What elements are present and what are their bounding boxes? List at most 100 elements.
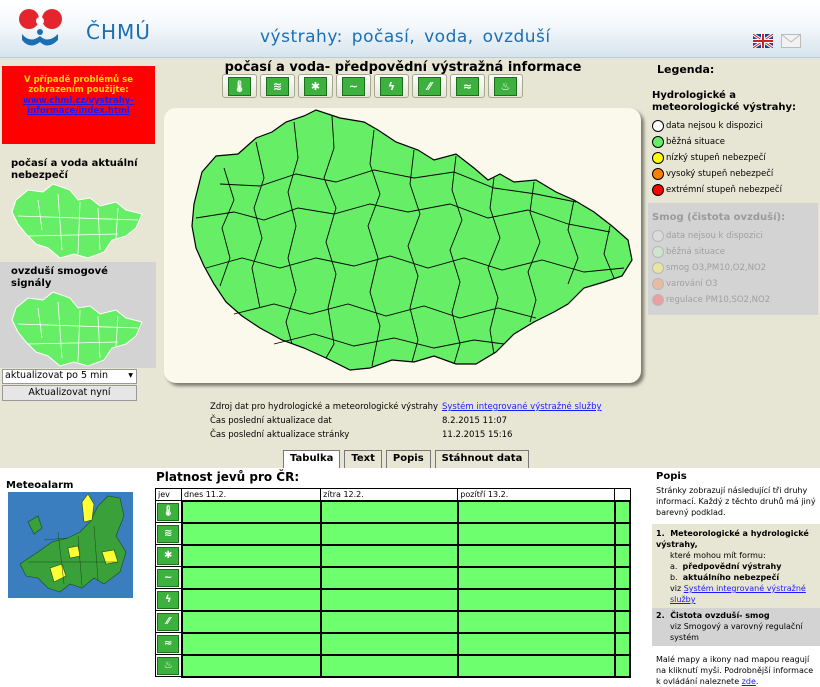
status-cell (613, 587, 632, 612)
tab-popis[interactable]: Popis (385, 450, 431, 468)
col-extra (614, 488, 631, 501)
status-cell[interactable] (319, 521, 459, 546)
status-cell[interactable] (319, 653, 459, 678)
status-cell[interactable] (319, 631, 459, 656)
status-cell[interactable] (456, 543, 616, 568)
legend-label: extrémní stupeň nebezpečí (666, 185, 782, 195)
status-cell[interactable] (180, 543, 322, 568)
status-cell[interactable] (319, 587, 459, 612)
status-cell[interactable] (319, 609, 459, 634)
status-dot-icon (652, 168, 664, 180)
item1-heading: 1. Meteorologické a hydrologické výstrah… (656, 529, 809, 549)
status-cell[interactable] (180, 653, 322, 678)
legend-label: regulace PM10,SO2,NO2 (666, 295, 771, 305)
tab-download[interactable]: Stáhnout data (434, 450, 530, 468)
item1-title: Meteorologické a hydrologické výstrahy, (656, 529, 809, 549)
uk-flag-icon[interactable] (753, 34, 773, 48)
flood-button[interactable]: ≈ (450, 74, 485, 98)
legend-label: varování O3 (666, 279, 718, 289)
smog-mini-map[interactable] (8, 288, 148, 368)
tab-bar: Tabulka Text Popis Stáhnout data (283, 450, 530, 468)
lightning-button[interactable]: ϟ (374, 74, 409, 98)
col-phenomenon: jev (154, 488, 183, 501)
page-title: výstrahy: počasí, voda, ovzduší (260, 27, 551, 47)
status-cell[interactable] (456, 565, 616, 590)
status-cell[interactable] (180, 565, 322, 590)
weather-danger-title: počasí a voda aktuální nebezpečí (11, 158, 138, 181)
legend-item: data nejsou k dispozici (652, 228, 820, 244)
item2-heading: 2. Čistota ovzduší- smog (656, 611, 770, 620)
czech-districts-map[interactable] (164, 108, 641, 383)
mail-icon[interactable] (781, 34, 801, 48)
weather-mini-map[interactable] (8, 180, 148, 262)
item2-text: viz Smogový a varovný regulační systém (670, 622, 803, 642)
item1-link[interactable]: Systém integrované výstražné služby (670, 584, 806, 604)
temperature-icon: 🌡 (157, 502, 180, 521)
meteoalarm-map[interactable] (8, 492, 133, 598)
status-cell[interactable] (180, 499, 322, 524)
table-row: ϟ (154, 587, 632, 612)
item2-title: Čistota ovzduší- smog (670, 611, 770, 620)
legend-label: vysoký stupeň nebezpečí (666, 169, 774, 179)
rain-button[interactable]: ⁄⁄ (412, 74, 447, 98)
item1-see: viz Systém integrované výstražné služby (656, 583, 818, 605)
status-dot-icon (652, 262, 664, 274)
col-day-after: pozítří 13.2. (457, 488, 616, 501)
status-cell[interactable] (456, 609, 616, 634)
info-table: Zdroj dat pro hydrologické a meteorologi… (208, 399, 604, 443)
source-label: Zdroj dat pro hydrologické a meteorologi… (210, 402, 439, 412)
wind-button[interactable]: ≋ (260, 74, 295, 98)
temperature-button[interactable]: 🌡 (222, 74, 257, 98)
table-row: ≋ (154, 521, 632, 546)
status-cell[interactable] (456, 653, 616, 678)
status-cell[interactable] (456, 587, 616, 612)
legend-title: Legenda: (657, 63, 715, 76)
item1-a: a. předpovědní výstrahy (670, 562, 782, 571)
item1-see-text: viz (670, 584, 682, 593)
status-cell[interactable] (319, 543, 459, 568)
validity-title: Platnost jevů pro ČR: (156, 470, 300, 484)
snow-drift-button[interactable]: ~ (336, 74, 371, 98)
status-dot-icon (652, 184, 664, 196)
legend-item: extrémní stupeň nebezpečí (652, 182, 820, 198)
footer-link[interactable]: zde (742, 677, 756, 686)
tab-tabulka[interactable]: Tabulka (283, 450, 341, 468)
status-cell[interactable] (456, 521, 616, 546)
czech-map-panel (164, 108, 641, 383)
alert-link[interactable]: www.chmi.cz/vystrahy-informace/index.htm… (2, 96, 155, 116)
flood-icon: ≈ (456, 76, 479, 96)
logo-text[interactable]: ČHMÚ (86, 20, 151, 44)
status-cell (613, 631, 632, 656)
status-cell (613, 543, 632, 568)
source-link[interactable]: Systém integrované výstražné služby (442, 402, 602, 412)
status-cell[interactable] (319, 565, 459, 590)
table-row: ♨ (154, 653, 632, 678)
status-cell[interactable] (180, 587, 322, 612)
item1-a-text: předpovědní výstrahy (682, 562, 782, 571)
chevron-down-icon: ▾ (128, 370, 133, 381)
refresh-now-button[interactable]: Aktualizovat nyní (2, 385, 137, 401)
tab-text[interactable]: Text (344, 450, 382, 468)
status-cell[interactable] (180, 521, 322, 546)
smog-signals-title: ovzduší smogové signály (11, 266, 108, 289)
legend-item: smog O3,PM10,O2,NO2 (652, 260, 820, 276)
status-cell[interactable] (180, 609, 322, 634)
legend-label: běžná situace (666, 137, 726, 147)
fire-button[interactable]: ♨ (488, 74, 523, 98)
status-cell[interactable] (319, 499, 459, 524)
map-title: počasí a voda- předpovědní výstražná inf… (224, 60, 582, 75)
snow-button[interactable]: ✱ (298, 74, 333, 98)
status-cell[interactable] (180, 631, 322, 656)
status-cell[interactable] (456, 499, 616, 524)
refresh-interval-select[interactable]: aktualizovat po 5 min ▾ (2, 369, 137, 384)
legend-label: smog O3,PM10,O2,NO2 (666, 263, 767, 273)
chmu-logo-icon[interactable] (18, 8, 74, 50)
status-dot-icon (652, 246, 664, 258)
col-tomorrow: zítra 12.2. (320, 488, 459, 501)
refresh-select-value: aktualizovat po 5 min (5, 370, 108, 381)
status-cell (613, 609, 632, 634)
smog-legend-list: data nejsou k dispozici běžná situace sm… (652, 228, 820, 308)
status-cell[interactable] (456, 631, 616, 656)
table-header-row: jev dnes 11.2. zítra 12.2. pozítří 13.2. (154, 488, 631, 501)
legend-item: regulace PM10,SO2,NO2 (652, 292, 820, 308)
